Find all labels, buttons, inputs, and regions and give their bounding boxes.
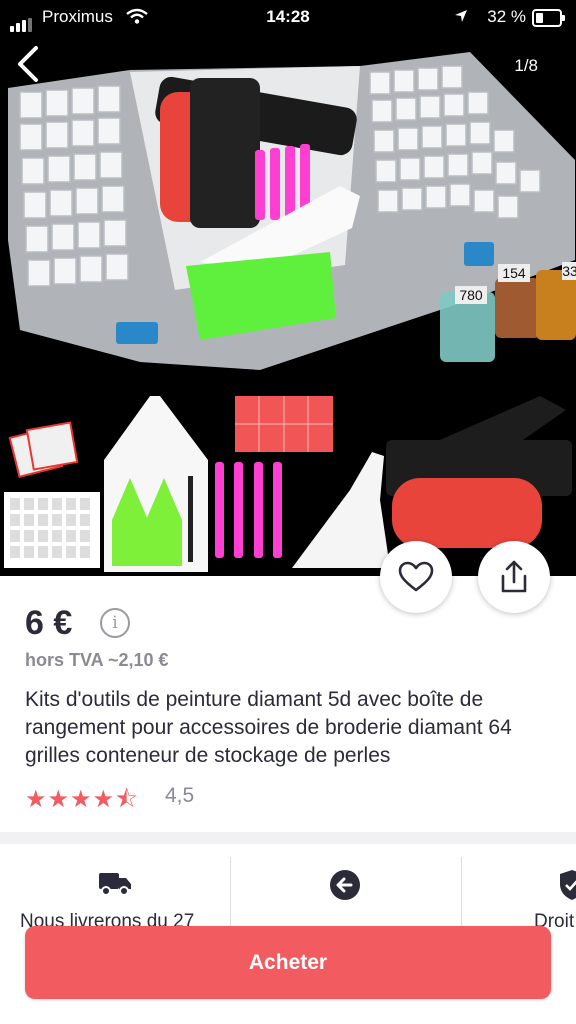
box-tag: 780 bbox=[459, 287, 483, 303]
box-tag: 154 bbox=[502, 265, 526, 281]
return-arrow-icon bbox=[330, 870, 360, 900]
battery-icon bbox=[532, 9, 565, 27]
buy-button[interactable]: Acheter bbox=[25, 926, 551, 999]
shield-icon bbox=[560, 870, 576, 900]
price-row: 6 € bbox=[25, 604, 72, 643]
favorite-button[interactable] bbox=[380, 541, 452, 613]
info-icon[interactable]: i bbox=[100, 608, 130, 638]
rating-value: 4,5 bbox=[165, 784, 195, 807]
price: 6 € bbox=[25, 604, 73, 642]
status-bar: Proximus 14:28 32 % bbox=[0, 0, 576, 34]
location-arrow-icon bbox=[455, 10, 467, 22]
box-tag: 33 bbox=[562, 263, 576, 279]
image-counter: 1/8 bbox=[514, 56, 538, 75]
section-divider bbox=[0, 832, 576, 844]
product-title: Kits d'outils de peinture diamant 5d ave… bbox=[25, 688, 512, 767]
storage-box-illustration bbox=[8, 52, 576, 370]
rating-stars: ★★★★⯪ bbox=[25, 786, 139, 813]
back-arrow-icon[interactable] bbox=[14, 44, 42, 84]
share-button[interactable] bbox=[478, 541, 550, 613]
battery-percent: 32 % bbox=[487, 7, 526, 26]
tax-note: hors TVA ~2,10 € bbox=[25, 650, 169, 670]
product-photo: 780 154 33 bbox=[0, 0, 576, 576]
heart-icon bbox=[398, 561, 434, 592]
product-image[interactable]: 780 154 33 Proximus 14:28 32 % 1/8 bbox=[0, 0, 576, 576]
truck-icon bbox=[99, 873, 131, 896]
share-icon bbox=[501, 560, 527, 593]
